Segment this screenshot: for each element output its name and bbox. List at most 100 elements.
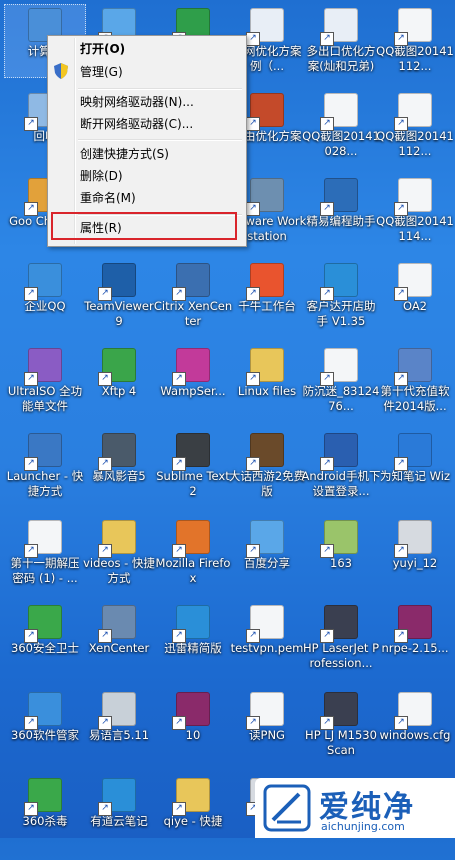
desktop-icon-label: 360杀毒 (22, 814, 68, 828)
desktop-icon[interactable]: ↗ XenCenter (77, 605, 161, 687)
desktop-icon[interactable]: ↗ UltraISO 全功能单文件 (3, 348, 87, 430)
shortcut-arrow-icon: ↗ (24, 457, 38, 471)
menu-item-rename[interactable]: 重命名(M) (80, 188, 240, 208)
shortcut-arrow-icon: ↗ (172, 802, 186, 816)
desktop-icon[interactable]: ↗ Xftp 4 (77, 348, 161, 430)
desktop-icon-label: 千牛工作台 (238, 299, 296, 313)
shortcut-arrow-icon: ↗ (394, 544, 408, 558)
desktop-icon[interactable]: ↗ 防沉迷_8312476... (299, 348, 383, 430)
desktop-icon[interactable]: ↗ Android手机下设置登录... (299, 433, 383, 515)
desktop-icon[interactable]: ↗ qiye - 快捷 (151, 778, 235, 860)
desktop-icon-label: 暴风影音5 (92, 469, 146, 483)
desktop-icon[interactable]: ↗ 多出口优化方案(灿和兄弟) (299, 8, 383, 90)
desktop-icon[interactable]: ↗ 为知笔记 Wiz (373, 433, 455, 515)
app-icon: ↗ (246, 433, 284, 471)
desktop-icon-label: 大话西游2免费版 (228, 469, 306, 498)
desktop-icon[interactable]: ↗ 客户达开店助手 V1.35 (299, 263, 383, 345)
app-icon: ↗ (320, 433, 358, 471)
desktop-icon[interactable]: ↗ HP LJ M1530 Scan (299, 692, 383, 774)
desktop-icon[interactable]: ↗ QQ截图20141028... (299, 93, 383, 175)
desktop[interactable]: 计算机↗↗↗联网优化方案例（...↗多出口优化方案(灿和兄弟)↗QQ截图2014… (0, 0, 455, 838)
shortcut-arrow-icon: ↗ (98, 716, 112, 730)
desktop-icon-label: 多出口优化方案(灿和兄弟) (306, 44, 376, 73)
desktop-icon[interactable]: ↗ 10 (151, 692, 235, 774)
shortcut-arrow-icon: ↗ (98, 457, 112, 471)
menu-item-open[interactable]: 打开(O) (80, 39, 240, 59)
app-icon: ↗ (172, 692, 210, 730)
desktop-icon[interactable]: ↗ 大话西游2免费版 (225, 433, 309, 515)
app-icon: ↗ (98, 605, 136, 643)
shortcut-arrow-icon: ↗ (320, 716, 334, 730)
shortcut-arrow-icon: ↗ (246, 372, 260, 386)
desktop-icon[interactable]: ↗ Mozilla Firefox (151, 520, 235, 602)
desktop-icon[interactable]: ↗ videos - 快捷方式 (77, 520, 161, 602)
watermark: 爱纯净 aichunjing.com (255, 778, 455, 838)
shortcut-arrow-icon: ↗ (320, 117, 334, 131)
app-icon: ↗ (98, 520, 136, 558)
desktop-icon-label: Android手机下设置登录... (301, 469, 381, 498)
desktop-icon[interactable]: ↗ 暴风影音5 (77, 433, 161, 515)
desktop-icon[interactable]: ↗ TeamViewer 9 (77, 263, 161, 345)
desktop-icon[interactable]: ↗ 第十代充值软件2014版... (373, 348, 455, 430)
desktop-icon[interactable]: ↗ 读PNG (225, 692, 309, 774)
uac-shield-icon (54, 63, 68, 79)
desktop-icon[interactable]: ↗ HP LaserJet Profession... (299, 605, 383, 687)
menu-item-disconnect-drive[interactable]: 断开网络驱动器(C)... (80, 114, 240, 134)
desktop-icon[interactable]: ↗ 百度分享 (225, 520, 309, 602)
menu-item-create-shortcut[interactable]: 创建快捷方式(S) (80, 144, 240, 164)
shortcut-arrow-icon: ↗ (394, 117, 408, 131)
desktop-icon[interactable]: ↗ QQ截图20141112... (373, 8, 455, 90)
menu-item-manage[interactable]: 管理(G) (80, 62, 240, 82)
shortcut-arrow-icon: ↗ (394, 287, 408, 301)
desktop-icon[interactable]: ↗ Sublime Text 2 (151, 433, 235, 515)
desktop-icon[interactable]: ↗ WampSer... (151, 348, 235, 430)
desktop-icon[interactable]: ↗ 精易编程助手 (299, 178, 383, 260)
desktop-icon-label: XenCenter (88, 641, 150, 655)
app-icon: ↗ (320, 692, 358, 730)
desktop-icon-label: HP LJ M1530 Scan (305, 728, 377, 757)
desktop-icon[interactable]: ↗ 千牛工作台 (225, 263, 309, 345)
desktop-icon-label: testvpn.pem (230, 641, 304, 655)
shortcut-arrow-icon: ↗ (394, 32, 408, 46)
desktop-icon[interactable]: ↗ Launcher - 快捷方式 (3, 433, 87, 515)
desktop-icon[interactable]: ↗ 易语言5.11 (77, 692, 161, 774)
desktop-icon[interactable]: ↗ 360杀毒 (3, 778, 87, 860)
desktop-icon[interactable]: ↗ OA2 (373, 263, 455, 345)
shortcut-arrow-icon: ↗ (320, 32, 334, 46)
desktop-icon[interactable]: ↗ QQ截图20141114... (373, 178, 455, 260)
desktop-icon[interactable]: ↗ 360软件管家 (3, 692, 87, 774)
desktop-icon[interactable]: ↗ 360安全卫士 (3, 605, 87, 687)
desktop-icon[interactable]: ↗ QQ截图20141112... (373, 93, 455, 175)
shortcut-arrow-icon: ↗ (172, 544, 186, 558)
app-icon: ↗ (24, 348, 62, 386)
app-icon: ↗ (320, 178, 358, 216)
app-icon: ↗ (172, 605, 210, 643)
desktop-icon[interactable]: ↗ yuyi_12 (373, 520, 455, 602)
desktop-icon-label: nrpe-2.15... (381, 641, 449, 655)
shortcut-arrow-icon: ↗ (246, 629, 260, 643)
desktop-icon[interactable]: ↗ testvpn.pem (225, 605, 309, 687)
app-icon: ↗ (246, 520, 284, 558)
app-icon: ↗ (24, 778, 62, 816)
app-icon: ↗ (246, 178, 284, 216)
shortcut-arrow-icon: ↗ (24, 544, 38, 558)
desktop-icon[interactable]: ↗ 第十一期解压密码 (1) - ... (3, 520, 87, 602)
desktop-icon[interactable]: ↗ 有道云笔记 (77, 778, 161, 860)
desktop-icon[interactable]: ↗ 163 (299, 520, 383, 602)
desktop-icon[interactable]: ↗ nrpe-2.15... (373, 605, 455, 687)
app-icon: ↗ (172, 263, 210, 301)
app-icon: ↗ (394, 520, 432, 558)
desktop-icon[interactable]: ↗ Citrix XenCenter (151, 263, 235, 345)
menu-item-map-drive[interactable]: 映射网络驱动器(N)... (80, 92, 240, 112)
desktop-icon[interactable]: ↗ windows.cfg (373, 692, 455, 774)
desktop-icon[interactable]: ↗ Linux files (225, 348, 309, 430)
shortcut-arrow-icon: ↗ (246, 32, 260, 46)
desktop-icon-label: 精易编程助手 (306, 214, 376, 228)
desktop-icon-label: QQ截图20141112... (376, 44, 454, 73)
menu-item-delete[interactable]: 删除(D) (80, 166, 240, 186)
app-icon: ↗ (394, 263, 432, 301)
desktop-icon[interactable]: ↗ 迅雷精简版 (151, 605, 235, 687)
properties-highlight-box (51, 212, 237, 240)
desktop-icon-label: QQ截图20141112... (376, 129, 454, 158)
desktop-icon[interactable]: ↗ 企业QQ (3, 263, 87, 345)
